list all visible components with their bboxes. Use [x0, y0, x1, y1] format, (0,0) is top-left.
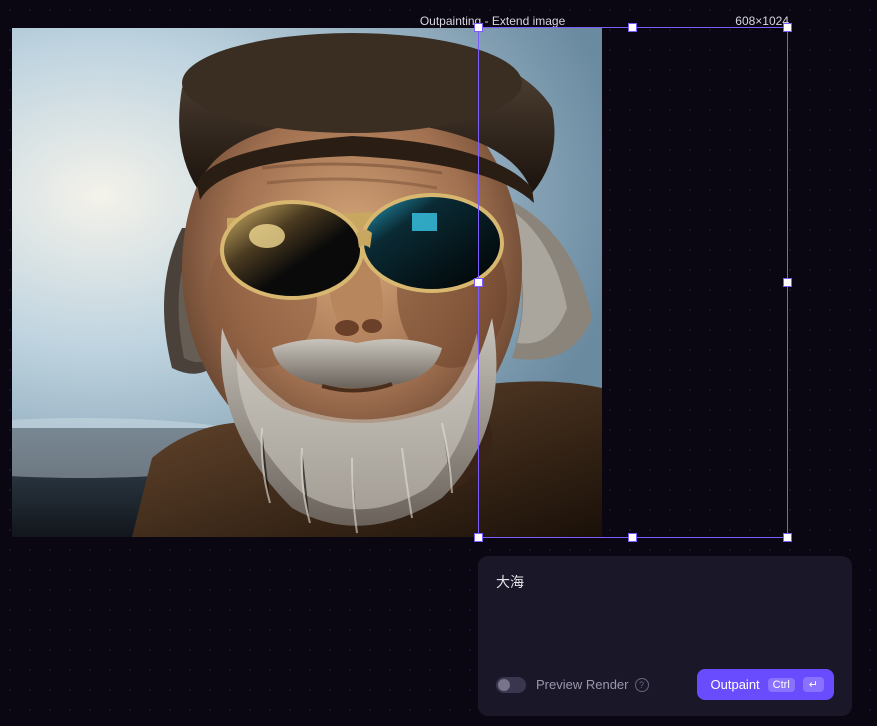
- preview-render-label: Preview Render ?: [536, 677, 649, 692]
- resize-handle-bottom-right[interactable]: [783, 533, 792, 542]
- shortcut-ctrl-badge: Ctrl: [768, 678, 795, 692]
- resize-handle-bottom-left[interactable]: [474, 533, 483, 542]
- resize-handle-top-left[interactable]: [474, 23, 483, 32]
- shortcut-enter-badge: ↵: [803, 677, 824, 692]
- preview-render-toggle[interactable]: [496, 677, 526, 693]
- preview-render-control: Preview Render ?: [496, 677, 649, 693]
- outpaint-button-label: Outpaint: [711, 677, 760, 692]
- canvas-area[interactable]: [12, 28, 602, 537]
- resize-handle-bottom[interactable]: [628, 533, 637, 542]
- resize-handle-top-right[interactable]: [783, 23, 792, 32]
- outpaint-selection-box[interactable]: [478, 27, 788, 538]
- dimensions-label: 608×1024: [735, 14, 789, 28]
- resize-handle-right[interactable]: [783, 278, 792, 287]
- resize-handle-top[interactable]: [628, 23, 637, 32]
- prompt-input[interactable]: [496, 572, 834, 620]
- outpaint-button[interactable]: Outpaint Ctrl ↵: [697, 669, 834, 700]
- help-icon[interactable]: ?: [635, 678, 649, 692]
- resize-handle-left[interactable]: [474, 278, 483, 287]
- outpaint-panel: Preview Render ? Outpaint Ctrl ↵: [478, 556, 852, 716]
- tool-label: Outpainting - Extend image: [420, 14, 565, 28]
